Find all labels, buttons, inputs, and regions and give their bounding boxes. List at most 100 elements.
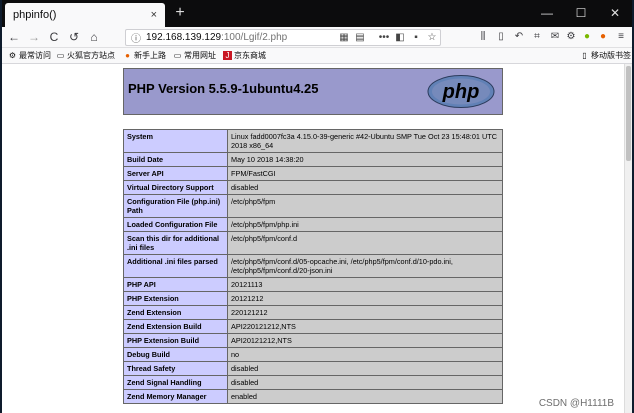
row-key: Additional .ini files parsed bbox=[123, 254, 228, 278]
watermark: CSDN @H1111B bbox=[538, 398, 614, 409]
table-row: PHP Extension 20121212 bbox=[123, 291, 503, 306]
row-key: Debug Build bbox=[123, 347, 228, 362]
forward-button[interactable]: → bbox=[26, 29, 42, 45]
row-key: Build Date bbox=[123, 152, 228, 167]
close-window-button[interactable]: ✕ bbox=[598, 0, 632, 27]
pocket-icon[interactable]: ◧ bbox=[392, 32, 408, 43]
bookmark-label: 京东商城 bbox=[234, 51, 266, 60]
mobile-bookmarks[interactable]: ▯ 移动版书签 bbox=[580, 50, 631, 61]
tab-phpinfo[interactable]: phpinfo() × bbox=[5, 3, 165, 27]
row-key: PHP Extension Build bbox=[123, 333, 228, 348]
folder-icon: ▭ bbox=[173, 51, 182, 60]
undo-icon[interactable]: ↶ bbox=[512, 30, 526, 44]
folder-icon: ▭ bbox=[56, 51, 65, 60]
row-value: disabled bbox=[227, 375, 503, 390]
row-value: 220121212 bbox=[227, 305, 503, 320]
row-value: FPM/FastCGI bbox=[227, 166, 503, 181]
table-row: Configuration File (php.ini) Path/etc/ph… bbox=[123, 194, 503, 218]
tab-close-icon[interactable]: × bbox=[151, 9, 157, 21]
bookmark-common-sites[interactable]: ▭ 常用网址 bbox=[173, 50, 216, 61]
table-row: System Linux fadd0007fc3a 4.15.0-39-gener… bbox=[123, 129, 503, 153]
qr-code-icon[interactable]: ▦ bbox=[336, 32, 352, 43]
url-bar[interactable]: ⓘ 192.168.139.129 :100/Lgif/2.php ▦ ▤ ••… bbox=[125, 29, 441, 46]
bookmark-most-visited[interactable]: ⚙ 最常访问 bbox=[8, 50, 51, 61]
table-row: Scan this dir for additional .ini files /… bbox=[123, 231, 503, 255]
minimize-button[interactable]: — bbox=[530, 0, 564, 27]
row-key: Virtual Directory Support bbox=[123, 180, 228, 195]
php-version-title: PHP Version 5.5.9-1ubuntu4.25 bbox=[128, 81, 319, 96]
bookmark-label: 火狐官方站点 bbox=[67, 51, 115, 60]
screenshot-icon[interactable]: ⌗ bbox=[530, 30, 544, 44]
page-content: PHP Version 5.5.9-1ubuntu4.25 php System… bbox=[2, 64, 624, 413]
row-key: Zend Extension bbox=[123, 305, 228, 320]
php-logo-icon: php bbox=[427, 75, 495, 108]
row-value: /etc/php5/fpm/php.ini bbox=[227, 217, 503, 232]
firefox-account-icon[interactable]: ● bbox=[596, 30, 610, 44]
php-version-header: PHP Version 5.5.9-1ubuntu4.25 php bbox=[123, 68, 503, 115]
table-row: Debug Build no bbox=[123, 347, 503, 362]
url-host: 192.168.139.129 bbox=[146, 32, 222, 43]
firefox-icon: ● bbox=[125, 51, 130, 60]
reader-view-icon[interactable]: ▤ bbox=[352, 32, 368, 43]
row-value: API20121212,NTS bbox=[227, 333, 503, 348]
row-key: System bbox=[123, 129, 228, 153]
browser-window: phpinfo() × + — ☐ ✕ ← → C ↺ ⌂ ⓘ 192.168.… bbox=[2, 0, 632, 413]
bookmark-label: 最常访问 bbox=[19, 51, 51, 60]
gear-icon: ⚙ bbox=[8, 51, 17, 60]
row-key: Scan this dir for additional .ini files bbox=[123, 231, 228, 255]
bookmark-getting-started[interactable]: ● 新手上路 bbox=[123, 50, 166, 61]
row-key: Configuration File (php.ini) Path bbox=[123, 194, 228, 218]
extension-icon[interactable]: ▪ bbox=[408, 32, 424, 43]
row-value: /etc/php5/fpm/conf.d/05-opcache.ini, /et… bbox=[227, 254, 503, 278]
row-key: Server API bbox=[123, 166, 228, 181]
table-row: Build Date May 10 2018 14:38:20 bbox=[123, 152, 503, 167]
php-info-table: System Linux fadd0007fc3a 4.15.0-39-gener… bbox=[123, 129, 503, 404]
row-value: no bbox=[227, 347, 503, 362]
settings-icon[interactable]: ⚙ bbox=[564, 30, 578, 44]
bookmark-star-icon[interactable]: ☆ bbox=[424, 32, 440, 43]
new-tab-button[interactable]: + bbox=[170, 3, 190, 23]
row-value: Linux fadd0007fc3a 4.15.0-39-generic #42… bbox=[227, 129, 503, 153]
jd-icon: J bbox=[223, 51, 232, 60]
table-row: Zend Memory Manager enabled bbox=[123, 389, 503, 404]
tab-title: phpinfo() bbox=[13, 9, 57, 21]
row-key: Loaded Configuration File bbox=[123, 217, 228, 232]
library-icon[interactable]: ⫼ bbox=[476, 30, 490, 44]
row-value: May 10 2018 14:38:20 bbox=[227, 152, 503, 167]
maximize-button[interactable]: ☐ bbox=[564, 0, 598, 27]
history-icon[interactable]: ↺ bbox=[66, 29, 82, 45]
bookmarks-toolbar: ⚙ 最常访问 ▭ 火狐官方站点 ● 新手上路 ▭ 常用网址 J 京东商城 ▯ 移… bbox=[2, 48, 632, 64]
page-actions-icon[interactable]: ••• bbox=[376, 32, 392, 43]
chat-icon[interactable]: ✉ bbox=[548, 30, 562, 44]
vertical-scrollbar[interactable] bbox=[624, 64, 632, 413]
navigation-bar: ← → C ↺ ⌂ ⓘ 192.168.139.129 :100/Lgif/2.… bbox=[2, 27, 632, 48]
table-row: Loaded Configuration File/etc/php5/fpm/p… bbox=[123, 217, 503, 232]
row-value: API220121212,NTS bbox=[227, 319, 503, 334]
back-button[interactable]: ← bbox=[6, 29, 22, 45]
extension-green-icon[interactable]: ● bbox=[580, 30, 594, 44]
home-button[interactable]: ⌂ bbox=[86, 29, 102, 45]
sidebar-icon[interactable]: ▯ bbox=[494, 30, 508, 44]
row-value: disabled bbox=[227, 361, 503, 376]
row-value: /etc/php5/fpm bbox=[227, 194, 503, 218]
table-row: Zend Extension 220121212 bbox=[123, 305, 503, 320]
php-logo-text: php bbox=[442, 81, 480, 103]
table-row: Zend Signal Handling disabled bbox=[123, 375, 503, 390]
row-key: Zend Extension Build bbox=[123, 319, 228, 334]
row-value: /etc/php5/fpm/conf.d bbox=[227, 231, 503, 255]
menu-icon[interactable]: ≡ bbox=[614, 30, 628, 44]
bookmark-label: 新手上路 bbox=[134, 51, 166, 60]
bookmark-jd[interactable]: J 京东商城 bbox=[223, 50, 266, 61]
bookmark-firefox-official[interactable]: ▭ 火狐官方站点 bbox=[56, 50, 115, 61]
reload-button[interactable]: C bbox=[46, 29, 62, 45]
mobile-icon: ▯ bbox=[582, 51, 587, 60]
row-key: Zend Signal Handling bbox=[123, 375, 228, 390]
scrollbar-thumb[interactable] bbox=[626, 66, 631, 161]
row-key: PHP Extension bbox=[123, 291, 228, 306]
row-key: Thread Safety bbox=[123, 361, 228, 376]
mobile-bookmarks-label: 移动版书签 bbox=[591, 51, 631, 60]
url-path: :100/Lgif/2.php bbox=[221, 32, 288, 43]
table-row: Zend Extension Build API220121212,NTS bbox=[123, 319, 503, 334]
site-info-icon[interactable]: ⓘ bbox=[126, 30, 146, 45]
table-row: Additional .ini files parsed/etc/php5/fp… bbox=[123, 254, 503, 278]
